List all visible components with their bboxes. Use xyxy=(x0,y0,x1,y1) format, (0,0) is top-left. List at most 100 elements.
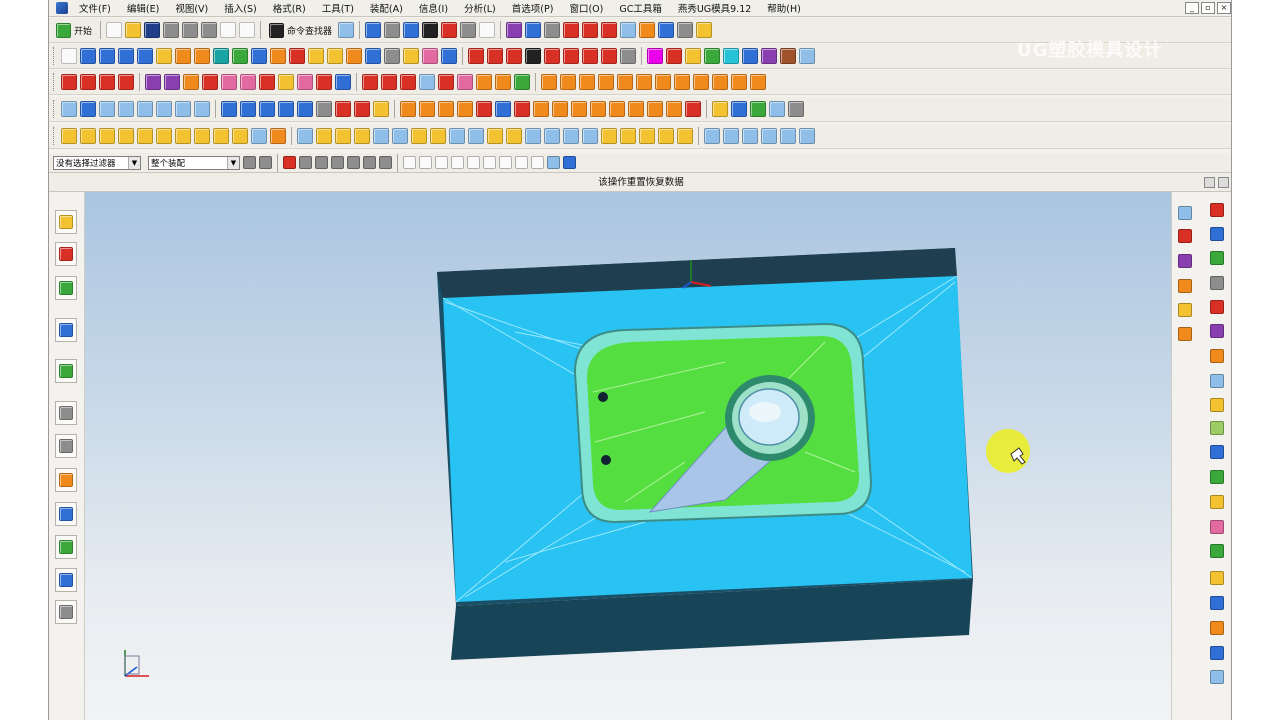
curve-rule-icon[interactable] xyxy=(347,156,360,169)
red-cube-icon[interactable] xyxy=(1210,203,1224,217)
mirror-icon[interactable] xyxy=(335,101,351,117)
orange-assembly-icon[interactable] xyxy=(1210,621,1224,635)
measure-icon[interactable] xyxy=(696,22,713,38)
view-front-icon[interactable] xyxy=(221,101,237,117)
parting-tools-icon[interactable] xyxy=(213,128,229,144)
snap-quadrant-icon[interactable] xyxy=(483,156,496,169)
pad-icon[interactable] xyxy=(289,48,305,64)
reset-filter-icon[interactable] xyxy=(259,156,272,169)
split-body-icon[interactable] xyxy=(552,101,568,117)
rotate-icon[interactable] xyxy=(780,128,796,144)
orange-surface-icon[interactable] xyxy=(1210,349,1224,363)
play-macro-icon[interactable] xyxy=(658,22,675,38)
text-icon[interactable] xyxy=(525,48,541,64)
extrude-icon[interactable] xyxy=(80,48,96,64)
ejector-pin-icon[interactable] xyxy=(579,74,595,90)
guide-pin-icon[interactable] xyxy=(335,128,351,144)
ground-plane-icon[interactable] xyxy=(1210,544,1224,558)
offset-curve-icon[interactable] xyxy=(563,48,579,64)
section-view-icon[interactable] xyxy=(441,22,458,38)
mold-wizard-navigator-tab[interactable] xyxy=(55,600,77,624)
offset-face-icon[interactable] xyxy=(403,48,419,64)
sew-icon[interactable] xyxy=(221,74,237,90)
menu-tools[interactable]: 工具(T) xyxy=(314,1,362,15)
cube-purple-view-icon[interactable] xyxy=(1178,254,1192,268)
snap-control-point-icon[interactable] xyxy=(435,156,448,169)
curve-icon[interactable] xyxy=(723,128,739,144)
view-right-icon[interactable] xyxy=(278,101,294,117)
point-icon[interactable] xyxy=(506,48,522,64)
save-as-icon[interactable] xyxy=(731,101,747,117)
dowel-icon[interactable] xyxy=(582,128,598,144)
save-icon[interactable] xyxy=(144,22,161,38)
block-icon[interactable] xyxy=(118,48,134,64)
intersection-curve-icon[interactable] xyxy=(601,48,617,64)
new-file-icon[interactable] xyxy=(106,22,123,38)
n-sided-surface-icon[interactable] xyxy=(164,74,180,90)
settings-gear-icon[interactable] xyxy=(270,128,286,144)
redo-icon[interactable] xyxy=(239,22,256,38)
cube-yellow-view-icon[interactable] xyxy=(1178,303,1192,317)
wcs-orient-icon[interactable] xyxy=(601,22,618,38)
sketch-icon[interactable] xyxy=(61,48,77,64)
assembly-navigator-tab[interactable] xyxy=(55,210,77,234)
layout-icon[interactable] xyxy=(788,101,804,117)
runner-icon[interactable] xyxy=(655,74,671,90)
region-icon[interactable] xyxy=(400,74,416,90)
tool-icon[interactable] xyxy=(194,128,210,144)
hidden-edges-icon[interactable] xyxy=(460,22,477,38)
locating-ring-icon[interactable] xyxy=(354,128,370,144)
layers-icon[interactable] xyxy=(1210,374,1224,388)
cooling-icon[interactable] xyxy=(674,74,690,90)
through-curves-icon[interactable] xyxy=(61,74,77,90)
blue-cube-icon[interactable] xyxy=(1210,227,1224,241)
sub-insert-icon[interactable] xyxy=(617,74,633,90)
cube-view-icon[interactable] xyxy=(1178,206,1192,220)
menu-view[interactable]: 视图(V) xyxy=(167,1,216,15)
folder-icon[interactable] xyxy=(712,101,728,117)
stack-icon[interactable] xyxy=(1210,670,1224,684)
slider-lifter-icon[interactable] xyxy=(598,74,614,90)
invert-display-icon[interactable] xyxy=(156,101,172,117)
studio-surface-icon[interactable] xyxy=(183,74,199,90)
spring-icon[interactable] xyxy=(430,128,446,144)
split-face-icon[interactable] xyxy=(259,74,275,90)
extension-sheet-icon[interactable] xyxy=(202,74,218,90)
snap-existing-point-icon[interactable] xyxy=(499,156,512,169)
menu-information[interactable]: 信息(I) xyxy=(411,1,456,15)
select-body-icon[interactable] xyxy=(331,156,344,169)
grid-select-icon[interactable] xyxy=(297,128,313,144)
check-region-icon[interactable] xyxy=(419,74,435,90)
connect-icon[interactable] xyxy=(742,128,758,144)
replace-face-icon[interactable] xyxy=(441,48,457,64)
snap-icon[interactable] xyxy=(799,128,815,144)
thicken-icon[interactable] xyxy=(422,48,438,64)
color-swatch-red-icon[interactable] xyxy=(666,48,682,64)
copy-icon[interactable] xyxy=(182,22,199,38)
define-cavity-icon[interactable] xyxy=(457,74,473,90)
cut-icon[interactable] xyxy=(163,22,180,38)
roles-tab[interactable] xyxy=(55,468,77,492)
trim-body-icon[interactable] xyxy=(384,48,400,64)
invert-select-icon[interactable] xyxy=(379,156,392,169)
undo-icon[interactable] xyxy=(220,22,237,38)
backup-parting-icon[interactable] xyxy=(495,74,511,90)
constraint-navigator-tab[interactable] xyxy=(55,242,77,266)
menu-yanxiu-mold[interactable]: 燕秀UG模具9.12 xyxy=(670,1,759,15)
open-folder-icon[interactable] xyxy=(125,22,142,38)
trim-mold-component-icon[interactable] xyxy=(712,74,728,90)
spline-icon[interactable] xyxy=(544,48,560,64)
menu-assembly[interactable]: 装配(A) xyxy=(362,1,411,15)
filter-settings-icon[interactable] xyxy=(243,156,256,169)
start-button[interactable]: 开始 xyxy=(53,22,95,38)
edge-blend-icon[interactable] xyxy=(308,48,324,64)
hide-icon[interactable] xyxy=(80,101,96,117)
frame-icon[interactable] xyxy=(533,101,549,117)
revolve-icon[interactable] xyxy=(99,48,115,64)
export-icon[interactable] xyxy=(750,101,766,117)
parting-icon[interactable] xyxy=(381,74,397,90)
project-curve-icon[interactable] xyxy=(582,48,598,64)
screw-icon[interactable] xyxy=(316,128,332,144)
color-swatch-cyan-icon[interactable] xyxy=(723,48,739,64)
snap-3d-icon[interactable] xyxy=(563,156,576,169)
